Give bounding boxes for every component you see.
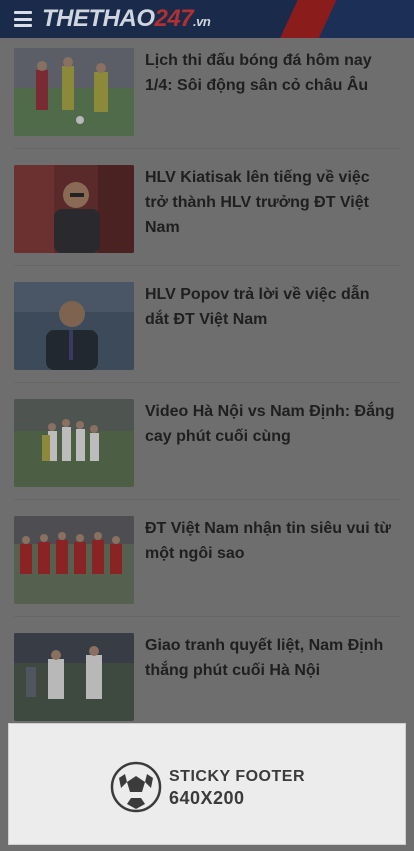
article-title[interactable]: HLV Popov trả lời về việc dẫn dắt ĐT Việ… <box>145 282 395 332</box>
article-item[interactable]: ĐT Việt Nam nhận tin siêu vui từ một ngô… <box>14 506 400 617</box>
article-title[interactable]: Giao tranh quyết liệt, Nam Định thắng ph… <box>145 633 395 683</box>
ad-label: STICKY FOOTER <box>169 768 305 785</box>
article-title[interactable]: Lịch thi đấu bóng đá hôm nay 1/4: Sôi độ… <box>145 48 395 98</box>
sticky-footer-ad[interactable]: STICKY FOOTER 640X200 <box>8 723 406 845</box>
ad-content: STICKY FOOTER 640X200 <box>109 760 339 816</box>
soccer-ball-icon <box>110 761 162 813</box>
header-stripe <box>234 0 414 38</box>
article-thumbnail[interactable] <box>14 165 134 253</box>
article-item[interactable]: HLV Popov trả lời về việc dẫn dắt ĐT Việ… <box>14 272 400 383</box>
article-item[interactable]: Lịch thi đấu bóng đá hôm nay 1/4: Sôi độ… <box>14 38 400 149</box>
article-thumbnail[interactable] <box>14 282 134 370</box>
article-thumbnail[interactable] <box>14 48 134 136</box>
article-title[interactable]: HLV Kiatisak lên tiếng về việc trở thành… <box>145 165 395 240</box>
article-title[interactable]: Video Hà Nội vs Nam Định: Đắng cay phút … <box>145 399 395 449</box>
article-item[interactable]: Video Hà Nội vs Nam Định: Đắng cay phút … <box>14 389 400 500</box>
site-logo[interactable]: THETHAO247.vn <box>42 5 211 33</box>
article-title[interactable]: ĐT Việt Nam nhận tin siêu vui từ một ngô… <box>145 516 395 566</box>
logo-main: THETHAO <box>42 5 155 32</box>
article-thumbnail[interactable] <box>14 633 134 721</box>
site-header: THETHAO247.vn <box>0 0 414 38</box>
article-thumbnail[interactable] <box>14 399 134 487</box>
logo-number: 247 <box>154 5 194 32</box>
ad-size-label: 640X200 <box>169 788 245 808</box>
article-item[interactable]: HLV Kiatisak lên tiếng về việc trở thành… <box>14 155 400 266</box>
logo-tld: .vn <box>193 14 211 29</box>
article-item[interactable]: Giao tranh quyết liệt, Nam Định thắng ph… <box>14 623 400 734</box>
hamburger-menu-icon[interactable] <box>14 11 32 27</box>
article-thumbnail[interactable] <box>14 516 134 604</box>
